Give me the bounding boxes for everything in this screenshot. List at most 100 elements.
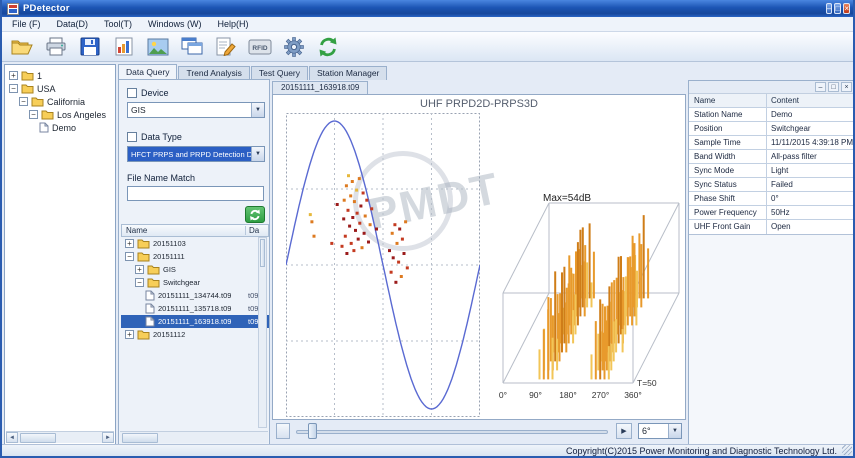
app-icon bbox=[7, 3, 19, 15]
tree-item-demo[interactable]: Demo bbox=[5, 121, 115, 134]
tree-item-los-angeles[interactable]: − Los Angeles bbox=[5, 108, 115, 121]
folder-icon bbox=[137, 329, 150, 340]
property-row: PositionSwitchgear bbox=[689, 122, 854, 136]
device-dropdown[interactable]: GIS ▼ bbox=[127, 102, 265, 118]
viewer-controls: ▶ 6° ▼ bbox=[272, 422, 686, 442]
next-frame-button[interactable]: ▶ bbox=[616, 423, 632, 439]
scroll-left-icon[interactable]: ◄ bbox=[6, 432, 18, 443]
expand-icon[interactable]: + bbox=[9, 71, 18, 80]
scroll-thumb[interactable] bbox=[122, 433, 158, 443]
collapse-icon[interactable]: − bbox=[29, 110, 38, 119]
print-icon bbox=[45, 37, 67, 56]
menu-item-tool[interactable]: Tool(T) bbox=[96, 18, 140, 30]
chevron-down-icon[interactable]: ▼ bbox=[251, 103, 264, 117]
collapse-icon[interactable]: − bbox=[19, 97, 28, 106]
scroll-thumb[interactable] bbox=[260, 239, 265, 267]
property-value: 50Hz bbox=[767, 206, 854, 219]
menu-item-windows[interactable]: Windows (W) bbox=[140, 18, 210, 30]
tab-test-query[interactable]: Test Query bbox=[251, 66, 308, 80]
menu-item-file[interactable]: File (F) bbox=[4, 18, 49, 30]
svg-text:0°: 0° bbox=[499, 390, 507, 400]
minimize-button[interactable]: – bbox=[826, 3, 832, 14]
property-value: Switchgear bbox=[767, 122, 854, 135]
tab-data-query[interactable]: Data Query bbox=[118, 64, 177, 80]
tree-item-label: Los Angeles bbox=[57, 110, 106, 120]
tree-item-label: 20151111_135718.t09 bbox=[158, 304, 231, 313]
expand-icon[interactable]: + bbox=[125, 330, 134, 339]
monitor-button[interactable] bbox=[178, 34, 205, 59]
collapse-icon[interactable]: − bbox=[125, 252, 134, 261]
tab-station-manager[interactable]: Station Manager bbox=[309, 66, 387, 80]
app-window: PDetector –□× File (F)Data(D)Tool(T)Wind… bbox=[0, 0, 855, 458]
pane-float-button[interactable]: □ bbox=[828, 82, 839, 92]
edit-button[interactable] bbox=[212, 34, 239, 59]
phase-step-dropdown[interactable]: 6° ▼ bbox=[638, 423, 682, 439]
viewer-panel: PMDT UHF PRPD2D-PRPS3D 0°90°180°270°360°… bbox=[272, 94, 686, 420]
close-button[interactable]: × bbox=[843, 3, 850, 14]
image-icon bbox=[147, 38, 169, 56]
file-list-horizontal-scrollbar[interactable] bbox=[120, 431, 268, 443]
column-divider[interactable] bbox=[245, 226, 246, 235]
property-name: Sync Mode bbox=[689, 164, 767, 177]
tree-item-switchgear[interactable]: −Switchgear bbox=[121, 276, 269, 289]
pane-minimize-button[interactable]: – bbox=[815, 82, 826, 92]
property-value: Demo bbox=[767, 108, 854, 121]
filename-input[interactable] bbox=[127, 186, 264, 201]
rfid-button[interactable]: RFID bbox=[246, 34, 273, 59]
query-refresh-button[interactable] bbox=[245, 206, 265, 223]
time-slider-thumb[interactable] bbox=[308, 423, 317, 439]
tree-item-california[interactable]: −California bbox=[5, 95, 115, 108]
time-slider-track[interactable] bbox=[296, 430, 608, 434]
resize-grip[interactable] bbox=[842, 445, 852, 455]
menu-item-data[interactable]: Data(D) bbox=[49, 18, 97, 30]
report-button[interactable] bbox=[110, 34, 137, 59]
collapse-icon[interactable]: − bbox=[9, 84, 18, 93]
settings-button[interactable] bbox=[280, 34, 307, 59]
tree-item-gis[interactable]: +GIS bbox=[121, 263, 269, 276]
chevron-down-icon[interactable]: ▼ bbox=[668, 424, 681, 438]
tree-item-20151111-135718-t09[interactable]: 20151111_135718.t09t09 bbox=[121, 302, 269, 315]
svg-text:270°: 270° bbox=[592, 390, 610, 400]
slider-home-button[interactable] bbox=[276, 423, 290, 439]
svg-text:RFID: RFID bbox=[252, 45, 267, 52]
tab-trend-analysis[interactable]: Trend Analysis bbox=[178, 66, 249, 80]
expand-icon[interactable]: + bbox=[135, 265, 144, 274]
save-button[interactable] bbox=[76, 34, 103, 59]
chevron-down-icon[interactable]: ▼ bbox=[251, 147, 264, 161]
file-icon bbox=[39, 122, 49, 133]
pane-close-button[interactable]: × bbox=[841, 82, 852, 92]
menu-item-help[interactable]: Help(H) bbox=[210, 18, 257, 30]
svg-text:180°: 180° bbox=[559, 390, 577, 400]
datatype-dropdown[interactable]: HFCT PRPS and PRPD Detection Dat ▼ bbox=[127, 146, 265, 162]
device-checkbox[interactable] bbox=[127, 88, 137, 98]
tree-item-20151111-163918-t09[interactable]: 20151111_163918.t09t09 bbox=[121, 315, 269, 328]
window-buttons: –□× bbox=[824, 3, 850, 15]
property-row: UHF Front GainOpen bbox=[689, 220, 854, 234]
station-horizontal-scrollbar[interactable]: ◄ ► bbox=[6, 431, 114, 443]
maximize-button[interactable]: □ bbox=[834, 3, 841, 14]
datatype-checkbox[interactable] bbox=[127, 132, 137, 142]
tree-item-1[interactable]: +1 bbox=[5, 69, 115, 82]
image-button[interactable] bbox=[144, 34, 171, 59]
refresh-button[interactable] bbox=[314, 34, 341, 59]
expand-icon[interactable]: + bbox=[125, 239, 134, 248]
viewer-file-tab[interactable]: 20151111_163918.t09 bbox=[272, 81, 368, 94]
file-list-vertical-scrollbar[interactable] bbox=[258, 237, 267, 428]
open-button[interactable] bbox=[8, 34, 35, 59]
collapse-icon[interactable]: − bbox=[135, 278, 144, 287]
scroll-thumb[interactable] bbox=[20, 433, 56, 443]
datatype-label: Data Type bbox=[141, 132, 182, 142]
properties-pane-header[interactable]: –□× bbox=[689, 81, 854, 94]
tree-item-20151111[interactable]: −20151111 bbox=[121, 250, 269, 263]
print-button[interactable] bbox=[42, 34, 69, 59]
pane-buttons: –□× bbox=[815, 82, 852, 92]
viewer: 20151111_163918.t09 PMDT UHF PRPD2D-PRPS… bbox=[272, 80, 686, 445]
tree-item-20151112[interactable]: +20151112 bbox=[121, 328, 269, 341]
property-row: Sync StatusFailed bbox=[689, 178, 854, 192]
tree-item-usa[interactable]: −USA bbox=[5, 82, 115, 95]
property-row: Sample Time11/11/2015 4:39:18 PM bbox=[689, 136, 854, 150]
properties-panel: –□× NameContentStation NameDemoPositionS… bbox=[688, 80, 855, 445]
tree-item-20151111-134744-t09[interactable]: 20151111_134744.t09t09 bbox=[121, 289, 269, 302]
scroll-right-icon[interactable]: ► bbox=[102, 432, 114, 443]
tree-item-20151103[interactable]: +20151103 bbox=[121, 237, 269, 250]
